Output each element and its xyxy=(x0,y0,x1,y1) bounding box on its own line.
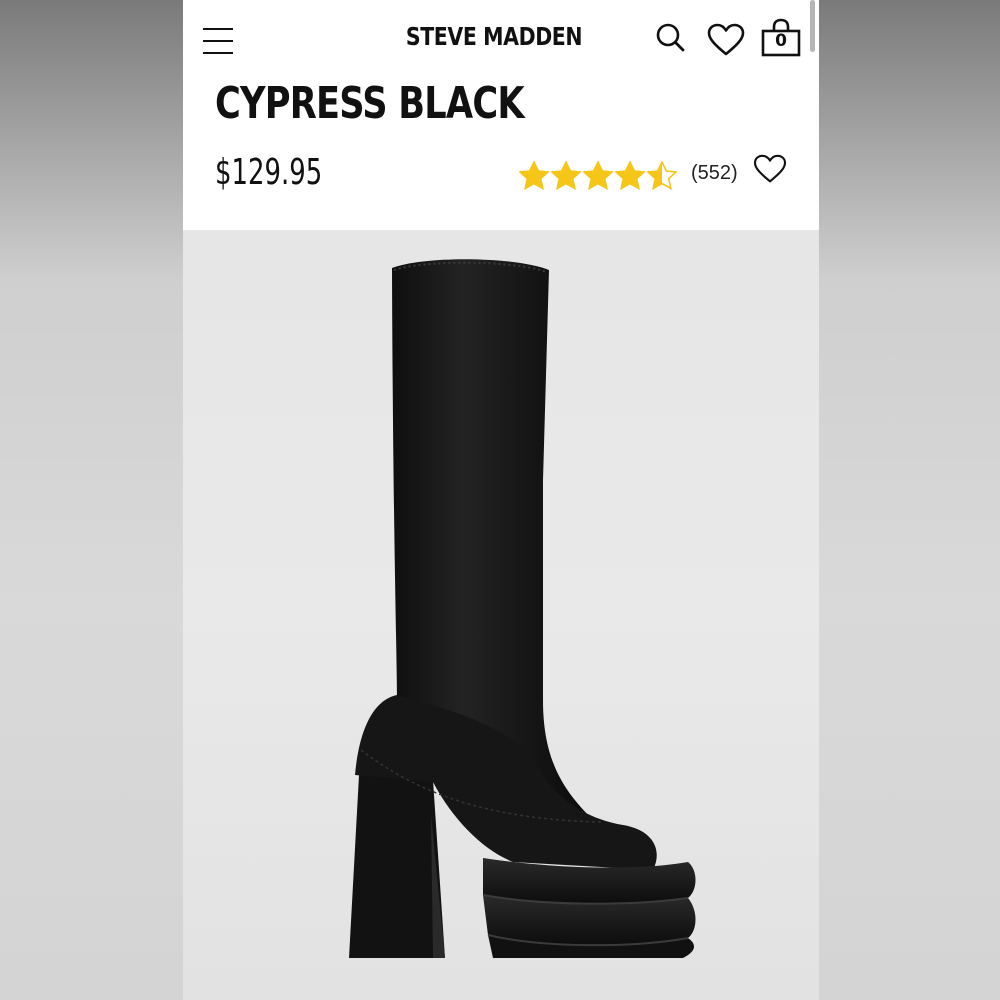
brand-logo[interactable]: STEVE MADDEN xyxy=(403,22,585,51)
background-right xyxy=(819,0,1000,1000)
review-count[interactable]: (552) xyxy=(691,162,738,185)
bag-count-badge[interactable]: 0 xyxy=(761,31,801,51)
star-icon xyxy=(551,160,581,190)
wishlist-heart-icon[interactable] xyxy=(753,154,787,184)
star-icon xyxy=(615,160,645,190)
hamburger-menu-icon[interactable] xyxy=(203,28,233,56)
heart-icon[interactable] xyxy=(707,23,745,57)
boot-image xyxy=(349,259,696,958)
site-header: STEVE MADDEN 0 xyxy=(183,0,819,80)
rating-stars[interactable] xyxy=(519,158,677,192)
background-left xyxy=(0,0,183,1000)
product-price: $129.95 xyxy=(215,152,323,193)
star-icon xyxy=(583,160,613,190)
star-icon xyxy=(519,160,549,190)
search-icon[interactable] xyxy=(655,22,687,54)
product-page: STEVE MADDEN 0 CYPRESS BLACK $129.95 (55… xyxy=(183,0,819,1000)
product-image[interactable] xyxy=(183,230,819,1000)
star-icon xyxy=(647,160,677,190)
product-title: CYPRESS BLACK xyxy=(215,78,525,129)
